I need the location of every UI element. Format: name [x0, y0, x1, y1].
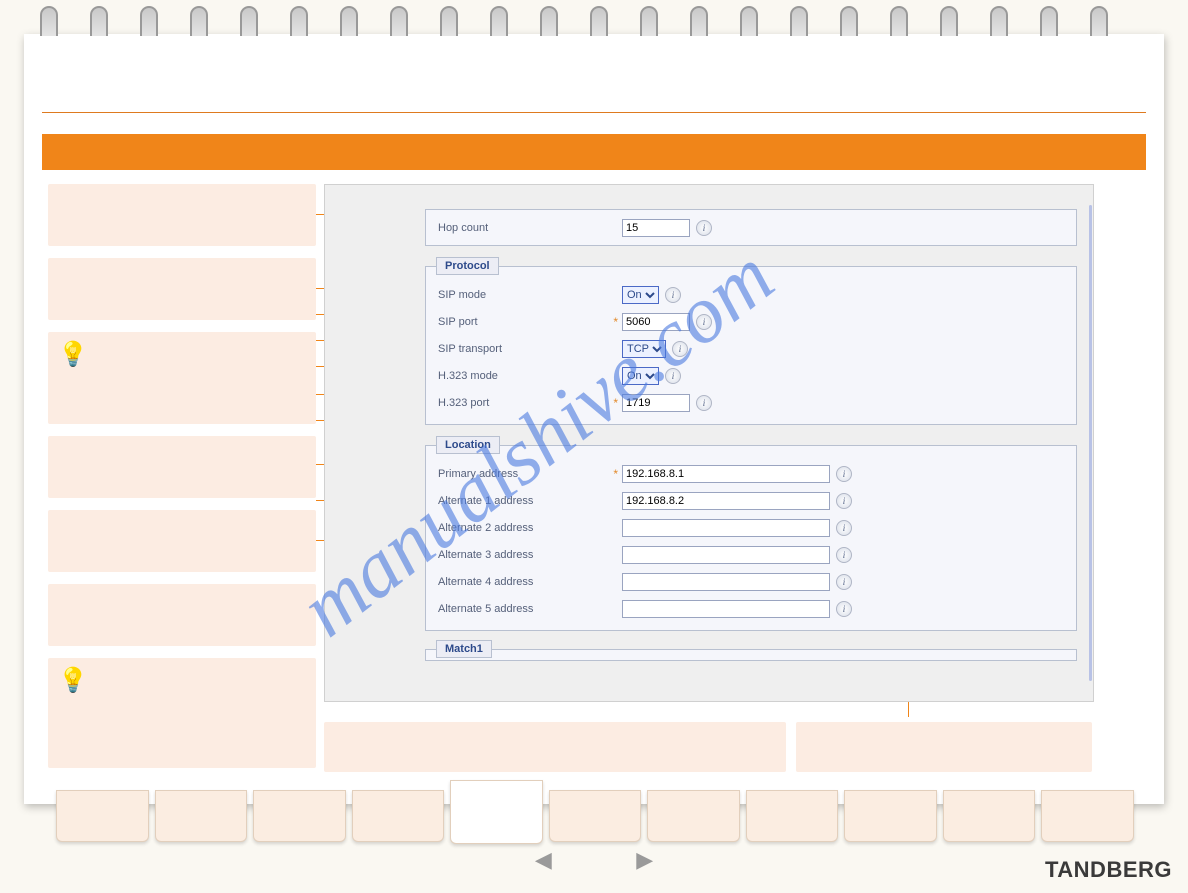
h323-mode-label: H.323 mode: [438, 370, 608, 382]
sip-port-input[interactable]: [622, 313, 690, 331]
info-icon[interactable]: i: [665, 368, 681, 384]
tab-active[interactable]: [450, 780, 543, 844]
sip-transport-label: SIP transport: [438, 343, 608, 355]
bottom-tabs: [56, 790, 1134, 842]
alt2-address-row: Alternate 2 address i: [438, 514, 1064, 541]
alt1-address-row: Alternate 1 address i: [438, 487, 1064, 514]
h323-mode-select[interactable]: On: [622, 367, 659, 385]
location-legend: Location: [436, 436, 500, 454]
match-group: Match1: [425, 649, 1077, 661]
alt5-address-input[interactable]: [622, 600, 830, 618]
protocol-group: Protocol SIP mode On i SIP port * i SIP …: [425, 266, 1077, 425]
info-icon[interactable]: i: [696, 314, 712, 330]
alt3-address-row: Alternate 3 address i: [438, 541, 1064, 568]
sip-mode-label: SIP mode: [438, 289, 608, 301]
alt3-address-input[interactable]: [622, 546, 830, 564]
info-icon[interactable]: i: [836, 520, 852, 536]
alt2-address-label: Alternate 2 address: [438, 522, 608, 534]
alt3-address-label: Alternate 3 address: [438, 549, 608, 561]
info-icon[interactable]: i: [836, 547, 852, 563]
sip-transport-select[interactable]: TCP: [622, 340, 666, 358]
primary-address-label: Primary address: [438, 468, 608, 480]
info-icon[interactable]: i: [696, 395, 712, 411]
prev-page-icon[interactable]: ◀: [535, 847, 552, 873]
alt1-address-label: Alternate 1 address: [438, 495, 608, 507]
location-group: Location Primary address * i Alternate 1…: [425, 445, 1077, 631]
hop-count-label: Hop count: [438, 222, 608, 234]
info-icon[interactable]: i: [836, 601, 852, 617]
protocol-legend: Protocol: [436, 257, 499, 275]
sip-mode-select[interactable]: On: [622, 286, 659, 304]
sidebar-note-5: [48, 584, 316, 646]
sidebar-tip-2: 💡: [48, 658, 316, 768]
sip-port-label: SIP port: [438, 316, 608, 328]
next-page-icon[interactable]: ▶: [636, 847, 653, 873]
match-legend: Match1: [436, 640, 492, 658]
sidebar-tip-1: 💡: [48, 332, 316, 424]
tab[interactable]: [943, 790, 1036, 842]
h323-mode-row: H.323 mode On i: [438, 362, 1064, 389]
sidebar-note-4: [48, 510, 316, 572]
alt4-address-row: Alternate 4 address i: [438, 568, 1064, 595]
alt5-address-row: Alternate 5 address i: [438, 595, 1064, 622]
sidebar-note-1: [48, 184, 316, 246]
section-header-bar: [42, 134, 1146, 170]
tab[interactable]: [56, 790, 149, 842]
primary-address-input[interactable]: [622, 465, 830, 483]
config-screenshot: Hop count i Protocol SIP mode On i SIP p…: [324, 184, 1094, 702]
page-nav: ◀ ▶: [0, 847, 1188, 873]
h323-port-label: H.323 port: [438, 397, 608, 409]
hop-count-row: Hop count i: [438, 214, 1064, 241]
hop-count-input[interactable]: [622, 219, 690, 237]
primary-address-row: Primary address * i: [438, 460, 1064, 487]
info-icon[interactable]: i: [672, 341, 688, 357]
alt1-address-input[interactable]: [622, 492, 830, 510]
tab[interactable]: [844, 790, 937, 842]
sip-transport-row: SIP transport TCP i: [438, 335, 1064, 362]
tab[interactable]: [549, 790, 642, 842]
alt4-address-label: Alternate 4 address: [438, 576, 608, 588]
info-icon[interactable]: i: [665, 287, 681, 303]
tab[interactable]: [155, 790, 248, 842]
tab[interactable]: [1041, 790, 1134, 842]
lightbulb-icon: 💡: [58, 340, 88, 369]
sidebar-note-2: [48, 258, 316, 320]
callout-box-left: [324, 722, 786, 772]
scrollbar[interactable]: [1089, 205, 1092, 681]
h323-port-row: H.323 port * i: [438, 389, 1064, 416]
info-icon[interactable]: i: [836, 493, 852, 509]
info-icon[interactable]: i: [836, 466, 852, 482]
callout-box-right: [796, 722, 1092, 772]
info-icon[interactable]: i: [696, 220, 712, 236]
tab[interactable]: [253, 790, 346, 842]
tab[interactable]: [746, 790, 839, 842]
brand-logo: TANDBERG: [1045, 857, 1172, 883]
spiral-binding: (function(){ var b=document.currentScrip…: [40, 6, 1150, 36]
sip-port-row: SIP port * i: [438, 308, 1064, 335]
divider: [42, 112, 1146, 113]
tab[interactable]: [352, 790, 445, 842]
alt4-address-input[interactable]: [622, 573, 830, 591]
alt5-address-label: Alternate 5 address: [438, 603, 608, 615]
h323-port-input[interactable]: [622, 394, 690, 412]
sidebar-note-3: [48, 436, 316, 498]
lightbulb-icon: 💡: [58, 666, 88, 695]
tab[interactable]: [647, 790, 740, 842]
info-icon[interactable]: i: [836, 574, 852, 590]
sip-mode-row: SIP mode On i: [438, 281, 1064, 308]
alt2-address-input[interactable]: [622, 519, 830, 537]
page-card: 💡 💡 Hop count i: [24, 34, 1164, 804]
